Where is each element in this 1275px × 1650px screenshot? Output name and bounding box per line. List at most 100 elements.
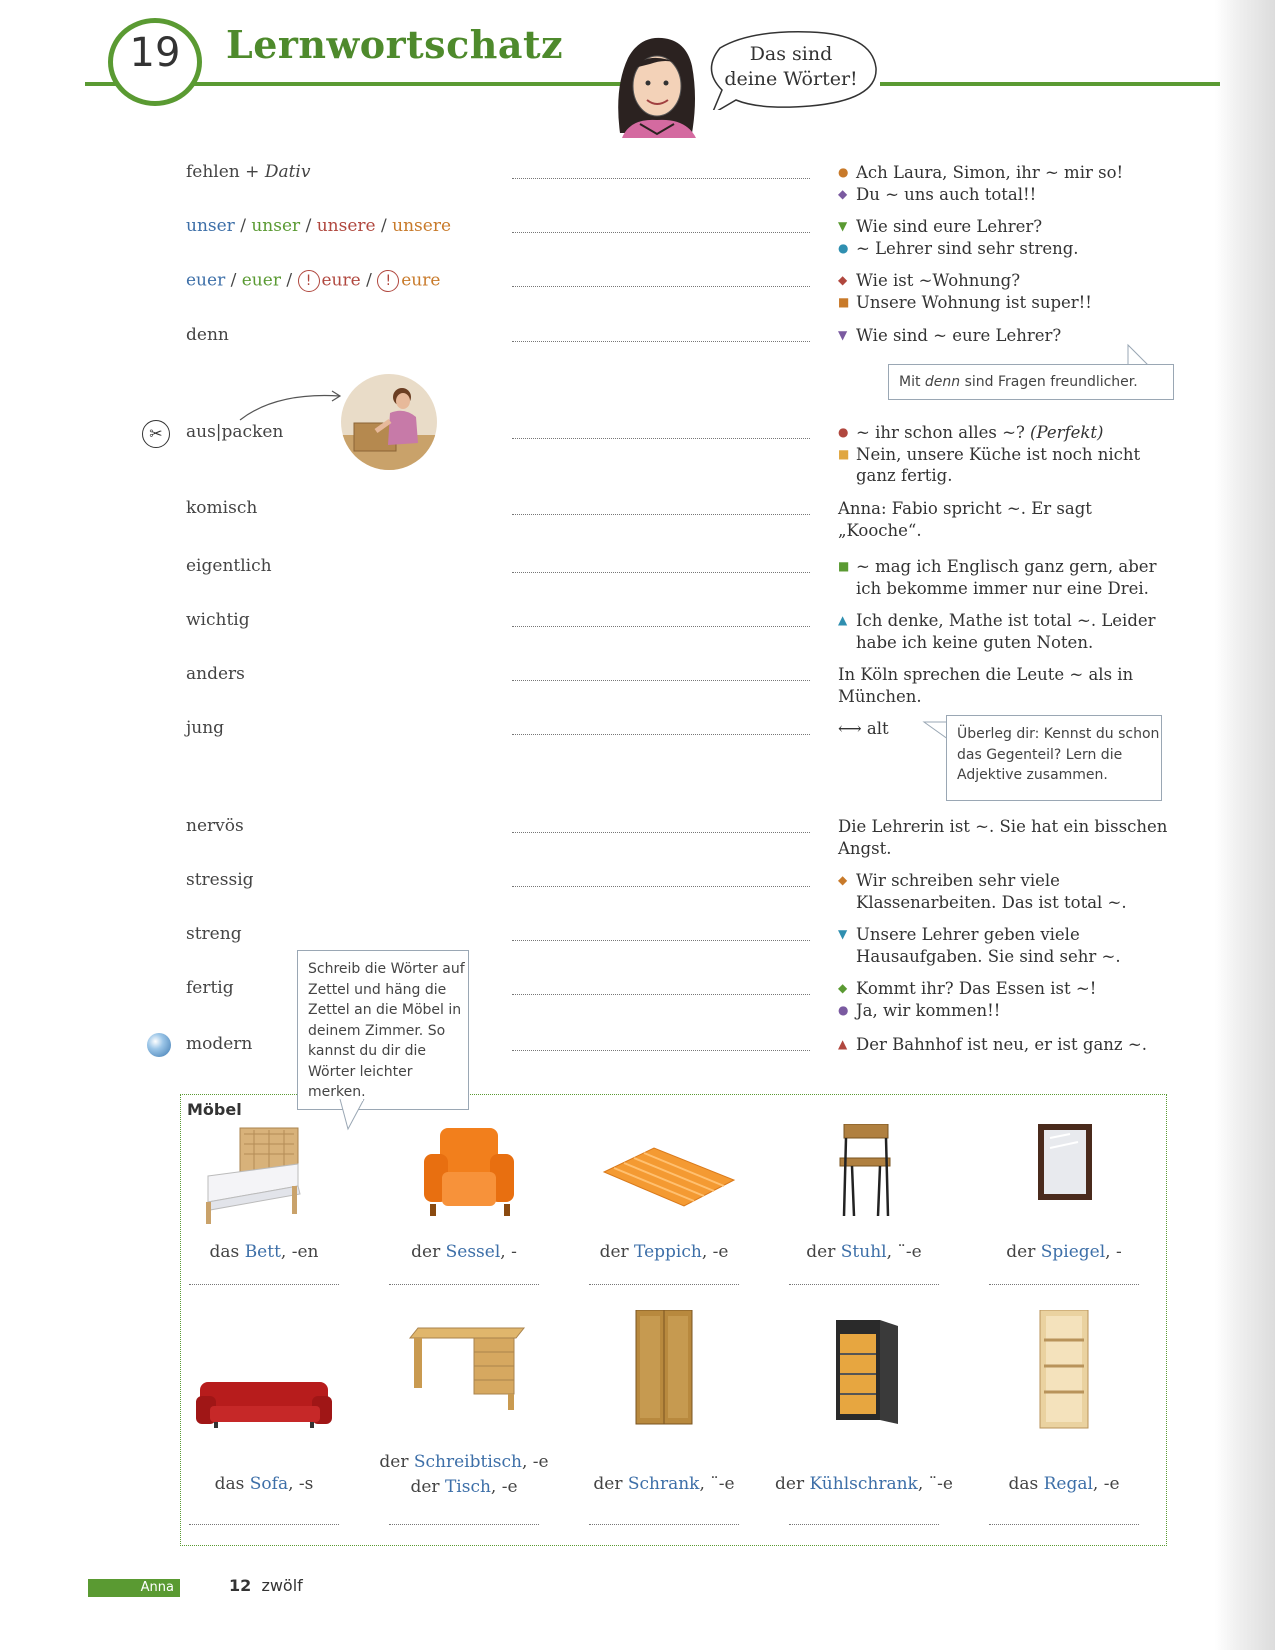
furniture-title: Möbel	[187, 1100, 242, 1119]
vocab-row-unser: unser / unser / unsere / unsere ▼ Wie sin…	[0, 216, 1275, 258]
opposite-arrow-text: ⟷ alt	[838, 719, 889, 738]
furniture-label: das Regal, -e	[1008, 1474, 1120, 1494]
vocab-row-fertig: fertig ◆ Kommt ihr? Das Essen ist ~! ● Ja,…	[0, 978, 1275, 1020]
answer-line[interactable]	[512, 572, 810, 573]
vocab-row-stressig: stressig ◆ Wir schreiben sehr viele Klass…	[0, 870, 1275, 912]
answer-line[interactable]	[512, 438, 810, 439]
header-rule-right	[880, 82, 1220, 86]
answer-line[interactable]	[789, 1524, 939, 1525]
speech-line-1: Das sind	[749, 43, 833, 65]
answer-line[interactable]	[512, 341, 810, 342]
furniture-item-schrank: der Schrank, ¨-e	[574, 1310, 754, 1530]
vocab-term: anders	[186, 664, 245, 684]
answer-line[interactable]	[512, 514, 810, 515]
square-marker-icon: ■	[838, 446, 850, 461]
tip-opposite: Überleg dir: Kennst du schon das Gegente…	[946, 715, 1162, 801]
example-sentences: ◆ Wie ist ~Wohnung? ■ Unsere Wohnung ist s…	[838, 271, 1092, 312]
answer-line[interactable]	[589, 1284, 739, 1285]
answer-line[interactable]	[512, 680, 810, 681]
vocab-term: aus|packen	[186, 422, 284, 442]
furniture-label: das Bett, -en	[209, 1242, 319, 1262]
answer-line[interactable]	[512, 286, 810, 287]
answer-line[interactable]	[512, 1050, 810, 1051]
triangle-down-marker-icon: ▼	[838, 219, 848, 233]
vocab-row-denn: denn ▼ Wie sind ~ eure Lehrer?	[0, 325, 1275, 365]
furniture-item-sofa: das Sofa, -s	[174, 1310, 354, 1530]
sofa-icon	[196, 1382, 332, 1428]
vocab-term: fehlen + Dativ	[186, 162, 311, 182]
vocab-row-modern: modern ▲ Der Bahnhof ist neu, er ist ganz…	[0, 1034, 1275, 1074]
answer-line[interactable]	[989, 1284, 1139, 1285]
furniture-label: der Kühlschrank, ¨-e	[775, 1474, 953, 1494]
example-sentences: In Köln sprechen die Leute ~ als in Münc…	[838, 665, 1134, 706]
furniture-item-bett: das Bett, -en	[174, 1124, 354, 1294]
answer-line[interactable]	[989, 1524, 1139, 1525]
fridge-icon	[836, 1320, 898, 1424]
chair-icon	[839, 1124, 891, 1217]
answer-line[interactable]	[789, 1284, 939, 1285]
triangle-down-marker-icon: ▼	[838, 328, 848, 342]
furniture-label: das Sofa, -s	[214, 1474, 314, 1494]
answer-line[interactable]	[389, 1284, 539, 1285]
example-sentences: ■ ~ mag ich Englisch ganz gern, aber ich …	[838, 557, 1157, 598]
furniture-label: der Schreibtisch, -e der Tisch, -e	[379, 1452, 549, 1497]
tip-denn: Mit denn sind Fragen freundlicher.	[888, 364, 1174, 400]
furniture-item-sessel: der Sessel, -	[374, 1124, 554, 1294]
vocab-row-komisch: komisch Anna: Fabio spricht ~. Er sagt „…	[0, 498, 1275, 540]
vocab-row-fehlen: fehlen + Dativ ● Ach Laura, Simon, ihr ~ …	[0, 162, 1275, 204]
example-sentences: ▼ Wie sind eure Lehrer? ● ~ Lehrer sind se…	[838, 217, 1079, 258]
answer-line[interactable]	[512, 832, 810, 833]
answer-line[interactable]	[512, 626, 810, 627]
diamond-marker-icon: ◆	[838, 273, 848, 287]
vocab-term: euer / euer / ! eure / ! eure	[186, 270, 441, 292]
example-sentences: ● ~ ihr schon alles ~? (Perfekt) ■ Nein, u…	[838, 423, 1141, 485]
answer-line[interactable]	[389, 1524, 539, 1525]
circle-marker-icon: ●	[838, 165, 849, 179]
circle-marker-icon: ●	[838, 425, 849, 439]
circle-marker-icon: ●	[838, 1002, 849, 1017]
square-marker-icon: ■	[838, 559, 850, 573]
vocab-row-eigentlich: eigentlich ■ ~ mag ich Englisch ganz gern…	[0, 556, 1275, 598]
wardrobe-icon	[635, 1310, 693, 1425]
footer-name: Anna	[140, 1580, 174, 1595]
answer-line[interactable]	[512, 994, 810, 995]
furniture-item-kuehlschrank: der Kühlschrank, ¨-e	[774, 1310, 954, 1530]
bed-icon	[206, 1127, 301, 1224]
warning-icon: !	[377, 270, 400, 292]
example-sentences: Die Lehrerin ist ~. Sie hat ein bisschen…	[838, 817, 1168, 858]
example-sentences: ▲ Der Bahnhof ist neu, er ist ganz ~.	[838, 1035, 1147, 1054]
furniture-item-spiegel: der Spiegel, -	[974, 1124, 1154, 1294]
vocab-row-nervoes: nervös Die Lehrerin ist ~. Sie hat ein b…	[0, 816, 1275, 858]
triangle-up-marker-icon: ▲	[838, 1037, 848, 1051]
example-sentences: ◆ Wir schreiben sehr viele Klassenarbeite…	[838, 871, 1127, 912]
page-number: 12 zwölf	[229, 1576, 303, 1595]
example-sentences: ● Ach Laura, Simon, ihr ~ mir so! ◆ Du ~ u…	[838, 163, 1124, 204]
vocab-term: stressig	[186, 870, 254, 890]
furniture-label: der Schrank, ¨-e	[593, 1474, 735, 1494]
tip-zettel: Schreib die Wörter auf Zettel und häng d…	[297, 950, 469, 1110]
vocab-row-wichtig: wichtig ▲ Ich denke, Mathe ist total ~. L…	[0, 610, 1275, 652]
answer-line[interactable]	[512, 940, 810, 941]
vocab-term: denn	[186, 325, 229, 345]
example-sentences: Anna: Fabio spricht ~. Er sagt „Kooche“.	[838, 499, 1092, 540]
vocab-term: komisch	[186, 498, 258, 518]
example-sentences: ◆ Kommt ihr? Das Essen ist ~! ● Ja, wir ko…	[838, 979, 1097, 1020]
vocab-term: jung	[186, 718, 225, 738]
answer-line[interactable]	[512, 178, 810, 179]
diamond-marker-icon: ◆	[838, 186, 848, 201]
answer-line[interactable]	[512, 734, 810, 735]
answer-line[interactable]	[189, 1284, 339, 1285]
vocab-row-auspacken: aus|packen ● ~ ihr schon alles ~? (Perfek…	[0, 422, 1275, 485]
triangle-up-marker-icon: ▲	[838, 613, 848, 627]
furniture-label: der Teppich, -e	[599, 1242, 729, 1262]
desk-icon	[408, 1327, 526, 1410]
answer-line[interactable]	[512, 232, 810, 233]
vocab-term: unser / unser / unsere / unsere	[186, 216, 452, 236]
carpet-icon	[602, 1147, 736, 1207]
furniture-label: der Sessel, -	[411, 1242, 517, 1262]
answer-line[interactable]	[189, 1524, 339, 1525]
answer-line[interactable]	[512, 886, 810, 887]
vocab-term: wichtig	[186, 610, 250, 630]
example-sentences: ▲ Ich denke, Mathe ist total ~. Leider ha…	[838, 611, 1156, 652]
answer-line[interactable]	[589, 1524, 739, 1525]
